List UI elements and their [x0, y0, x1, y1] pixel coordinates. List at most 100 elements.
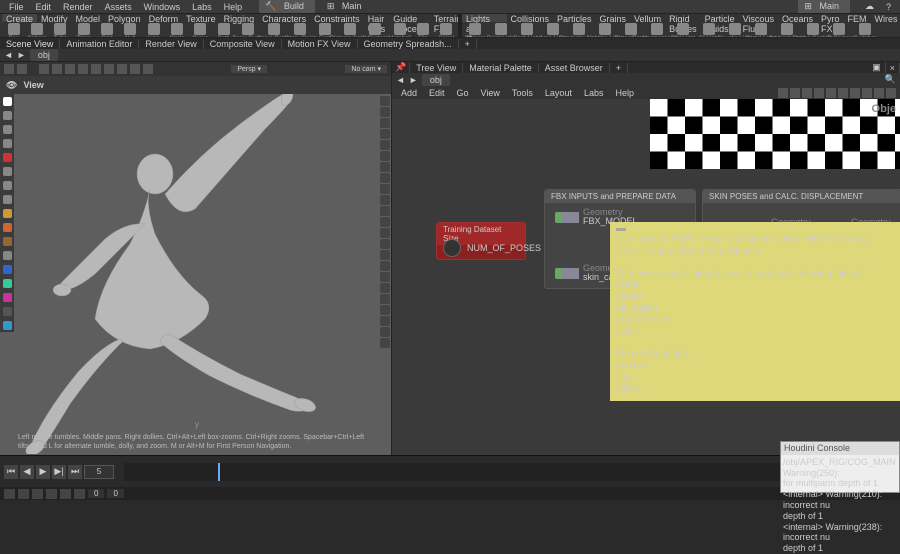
note-handle[interactable]	[616, 228, 626, 231]
tl-frame-input[interactable]	[84, 465, 114, 479]
tl-next-icon[interactable]: ▶|	[52, 465, 66, 479]
shelf-file[interactable]: File	[411, 22, 434, 38]
vt4-icon[interactable]	[78, 64, 88, 74]
rp-search-icon[interactable]: 🔍	[885, 74, 896, 85]
tab-material[interactable]: Material Palette	[463, 63, 539, 73]
help-icon[interactable]: ?	[881, 2, 896, 12]
ne-i1-icon[interactable]	[778, 88, 788, 98]
viewport[interactable]: y Left mouse tumbles. Middle pans. Right…	[0, 94, 391, 455]
shelf-tube[interactable]: Tube	[49, 22, 72, 38]
rpm-edit[interactable]: Edit	[424, 88, 450, 98]
bb-6-icon[interactable]	[74, 489, 85, 499]
shelf-circle[interactable]: Circle	[165, 22, 188, 38]
menu-labs[interactable]: Labs	[187, 2, 217, 12]
shelf-platonic-solids[interactable]: Platonic Solids	[337, 22, 363, 38]
menu-render[interactable]: Render	[58, 2, 98, 12]
vt8-icon[interactable]	[130, 64, 140, 74]
tab-tree-view[interactable]: Tree View	[410, 63, 463, 73]
sticky-note[interactable]: Dive into ech SOP an Save on disk every …	[610, 222, 900, 401]
tab-render-view[interactable]: Render View	[139, 39, 203, 49]
shelf-spot-light[interactable]: Spot Light	[514, 22, 540, 38]
bb-4-icon[interactable]	[46, 489, 57, 499]
cloud-icon[interactable]: ☁	[860, 1, 879, 12]
rpm-tools[interactable]: Tools	[507, 88, 538, 98]
vt5-icon[interactable]	[91, 64, 101, 74]
tab-motionfx[interactable]: Motion FX View	[282, 39, 358, 49]
bb-2-icon[interactable]	[18, 489, 29, 499]
shelf-curve-bezier[interactable]: Curve Bezier	[261, 22, 287, 38]
pane-close-icon[interactable]: ×	[886, 63, 900, 73]
panel-training-size[interactable]: Training Dataset Size NUM_OF_POSES	[436, 222, 526, 260]
bb-frame-b[interactable]: 0	[107, 489, 123, 498]
menu-windows[interactable]: Windows	[139, 2, 186, 12]
shelf-box[interactable]: Box	[2, 22, 25, 38]
tl-last-icon[interactable]: ⏭	[68, 465, 82, 479]
shelf-grid[interactable]: Grid	[95, 22, 118, 38]
shelf-tab-lights[interactable]: Lights and Cameras	[462, 14, 507, 22]
rpm-labs[interactable]: Labs	[579, 88, 609, 98]
vt3-icon[interactable]	[65, 64, 75, 74]
tl-playhead[interactable]	[218, 463, 220, 481]
vt1-icon[interactable]	[39, 64, 49, 74]
bb-3-icon[interactable]	[32, 489, 43, 499]
nav-back-icon[interactable]: ◄	[4, 50, 13, 60]
disp-1-icon[interactable]	[380, 96, 390, 106]
shelf-metaball[interactable]: Metaball	[388, 22, 411, 38]
node-canvas[interactable]: Obje Training Dataset Size NUM_OF_POSES …	[392, 99, 900, 455]
rp-back-icon[interactable]: ◄	[396, 75, 405, 85]
houdini-console[interactable]: Houdini Console /obj/APEX_RIG/COG_MAIN W…	[780, 441, 900, 493]
tab-scene-view[interactable]: Scene View	[0, 39, 60, 49]
shelf-torus[interactable]: Torus	[72, 22, 95, 38]
shelf-camera[interactable]: Camera	[462, 22, 488, 38]
tl-track[interactable]	[124, 463, 845, 481]
tab-add2[interactable]: +	[610, 63, 628, 73]
menu-help[interactable]: Help	[219, 2, 248, 12]
persp-select[interactable]: Persp ▾	[231, 65, 267, 73]
vt7-icon[interactable]	[117, 64, 127, 74]
tab-anim-editor[interactable]: Animation Editor	[60, 39, 139, 49]
snap-icon[interactable]	[4, 64, 14, 74]
tab-composite[interactable]: Composite View	[204, 39, 282, 49]
shelf-l-system[interactable]: L-System	[363, 22, 388, 38]
bb-frame-a[interactable]: 0	[88, 489, 104, 498]
shelf-caustic-light[interactable]: Caustic Light	[722, 22, 748, 38]
desktop-build[interactable]: 🔨 Build	[259, 0, 315, 13]
shelf-environment-light[interactable]: Environment Light	[644, 22, 670, 38]
shelf-sphere[interactable]: Sphere	[25, 22, 48, 38]
desktop-main-right[interactable]: ⊞ Main	[798, 0, 850, 13]
shelf-spray-paint[interactable]: Spray Paint	[287, 22, 313, 38]
node-overview[interactable]: Obje	[650, 99, 900, 169]
menu-file[interactable]: File	[4, 2, 29, 12]
shelf-sky-light[interactable]: Sky Light	[670, 22, 696, 38]
rpm-layout[interactable]: Layout	[540, 88, 577, 98]
snap2-icon[interactable]	[17, 64, 27, 74]
tl-play-icon[interactable]: ▶	[36, 465, 50, 479]
shelf-line[interactable]: Line	[142, 22, 165, 38]
rpm-go[interactable]: Go	[452, 88, 474, 98]
vt6-icon[interactable]	[104, 64, 114, 74]
shelf-tab-create[interactable]: Create	[2, 14, 37, 22]
vt2-icon[interactable]	[52, 64, 62, 74]
node-numposes-icon[interactable]	[443, 239, 461, 257]
shelf-switcher[interactable]: Switcher	[852, 22, 878, 38]
path-crumb-obj[interactable]: obj	[30, 49, 58, 61]
shelf-null[interactable]: Null	[119, 22, 142, 38]
menu-edit[interactable]: Edit	[31, 2, 57, 12]
shelf-spiral[interactable]: Spiral	[435, 22, 458, 38]
tab-asset-browser[interactable]: Asset Browser	[539, 63, 610, 73]
rpm-add[interactable]: Add	[396, 88, 422, 98]
shelf-stereo-camera[interactable]: Stereo Camera	[800, 22, 826, 38]
tab-add[interactable]: +	[459, 39, 477, 49]
desktop-main[interactable]: ⊞ Main	[321, 0, 373, 13]
bb-1-icon[interactable]	[4, 489, 15, 499]
shelf-curve[interactable]: Curve	[189, 22, 212, 38]
bb-5-icon[interactable]	[60, 489, 71, 499]
shelf-vr-camera[interactable]: VR Camera	[826, 22, 852, 38]
nav-fwd-icon[interactable]: ►	[17, 50, 26, 60]
pane-max-icon[interactable]: ▣	[868, 62, 886, 73]
shelf-point-light[interactable]: Point Light	[488, 22, 514, 38]
pin-icon[interactable]: 📌	[392, 62, 410, 73]
menu-assets[interactable]: Assets	[100, 2, 137, 12]
tl-prev-icon[interactable]: ◀	[20, 465, 34, 479]
rp-fwd-icon[interactable]: ►	[409, 75, 418, 85]
